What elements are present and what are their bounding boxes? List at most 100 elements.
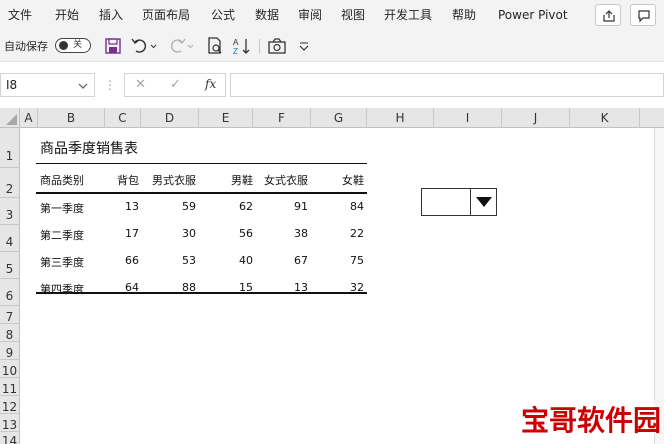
row-header[interactable]: 6 [0, 279, 20, 306]
table-cell: 62 [239, 200, 253, 213]
toggle-knob [59, 41, 68, 50]
customize-toolbar-button[interactable] [297, 36, 317, 56]
table-cell: 75 [350, 254, 364, 267]
row-header[interactable]: 10 [0, 360, 20, 378]
tab-page-layout[interactable]: 页面布局 [142, 7, 190, 23]
formula-bar-splitter[interactable]: ⋮ [104, 78, 116, 92]
column-header[interactable]: I [434, 108, 502, 128]
undo-button[interactable] [130, 36, 157, 56]
tab-data[interactable]: 数据 [255, 7, 279, 23]
chevron-down-icon [299, 42, 309, 51]
row-header[interactable]: 1 [0, 128, 20, 168]
save-icon [105, 38, 121, 54]
formula-input[interactable] [230, 73, 664, 97]
table-header-cell: 男式衣服 [152, 174, 196, 187]
column-header[interactable]: E [199, 108, 253, 128]
select-all-button[interactable] [0, 108, 20, 128]
row-header[interactable]: 11 [0, 378, 20, 396]
column-header[interactable]: G [311, 108, 367, 128]
sort-ascending-button[interactable]: A Z [232, 36, 252, 56]
name-box[interactable]: I8 [0, 73, 95, 97]
svg-text:Z: Z [233, 47, 238, 56]
row-label-cell: 第三季度 [40, 256, 84, 269]
row-label-cell: 第二季度 [40, 229, 84, 242]
column-header[interactable]: J [502, 108, 570, 128]
redo-button[interactable] [168, 36, 194, 56]
column-header[interactable]: B [38, 108, 105, 128]
redo-icon [170, 38, 194, 53]
tab-developer[interactable]: 开发工具 [384, 7, 432, 23]
row-header[interactable]: 13 [0, 414, 20, 432]
watermark: 宝哥软件园 [517, 398, 661, 437]
column-header[interactable]: F [253, 108, 311, 128]
tab-view[interactable]: 视图 [341, 7, 365, 23]
print-preview-button[interactable] [205, 36, 225, 56]
column-header-overflow [640, 108, 664, 128]
tab-formulas[interactable]: 公式 [211, 7, 235, 23]
select-all-icon [6, 114, 17, 125]
table-cell: 91 [294, 200, 308, 213]
row-header[interactable]: 3 [0, 198, 20, 225]
tab-insert[interactable]: 插入 [99, 7, 123, 23]
table-cell: 22 [350, 227, 364, 240]
chevron-down-icon [78, 83, 88, 89]
row-header[interactable]: 5 [0, 252, 20, 279]
comment-icon [638, 10, 650, 23]
table-header-rule [36, 192, 367, 194]
tab-file[interactable]: 文件 [8, 7, 32, 23]
table-title: 商品季度销售表 [40, 141, 138, 157]
vertical-scrollbar[interactable] [654, 128, 664, 444]
autosave-toggle[interactable]: 关 [55, 38, 91, 53]
row-header[interactable]: 2 [0, 168, 20, 198]
table-cell: 56 [239, 227, 253, 240]
tab-help[interactable]: 帮助 [452, 7, 476, 23]
sort-ascending-icon: A Z [233, 38, 250, 56]
table-cell: 30 [182, 227, 196, 240]
table-cell: 17 [125, 227, 139, 240]
table-cell: 59 [182, 200, 196, 213]
column-header[interactable]: A [20, 108, 38, 128]
column-header[interactable]: K [570, 108, 640, 128]
dropdown-button[interactable] [470, 189, 496, 215]
toolbar-separator [259, 39, 260, 54]
table-bottom-rule [36, 292, 367, 294]
ribbon-tab-bar: 文件 开始 插入 页面布局 公式 数据 审阅 视图 开发工具 帮助 Power … [0, 0, 664, 30]
share-button[interactable] [595, 4, 621, 26]
combo-box-dropdown[interactable] [421, 188, 497, 216]
tab-home[interactable]: 开始 [55, 7, 79, 23]
row-label-cell: 第四季度 [40, 283, 84, 296]
triangle-down-icon [476, 197, 492, 207]
row-header[interactable]: 9 [0, 342, 20, 360]
worksheet-grid[interactable]: A B C D E F G H I J K 1 2 3 4 5 6 7 8 9 … [0, 108, 664, 444]
column-header[interactable]: H [367, 108, 434, 128]
column-header[interactable]: D [141, 108, 199, 128]
table-header-cell: 女鞋 [342, 174, 364, 187]
cancel-icon[interactable]: ✕ [135, 77, 146, 92]
row-label-cell: 第一季度 [40, 202, 84, 215]
quick-access-toolbar: 自动保存 关 A Z [0, 30, 664, 62]
comments-button[interactable] [630, 4, 656, 26]
save-button[interactable] [103, 36, 123, 56]
row-header[interactable]: 4 [0, 225, 20, 252]
enter-icon[interactable]: ✓ [170, 77, 181, 92]
formula-bar: I8 ⋮ ✕ ✓ fx [0, 62, 664, 108]
name-box-value: I8 [6, 78, 18, 92]
row-header[interactable]: 8 [0, 324, 20, 342]
column-header[interactable]: C [105, 108, 141, 128]
insert-function-icon[interactable]: fx [205, 77, 216, 91]
row-header[interactable]: 7 [0, 306, 20, 324]
table-top-rule [36, 163, 367, 164]
table-cell: 38 [294, 227, 308, 240]
row-header[interactable]: 14 [0, 432, 20, 444]
tab-review[interactable]: 审阅 [298, 7, 322, 23]
tab-power-pivot[interactable]: Power Pivot [498, 7, 568, 23]
camera-button[interactable] [267, 36, 287, 56]
autosave-label: 自动保存 [4, 40, 48, 53]
undo-icon [131, 38, 157, 53]
autosave-state: 关 [73, 40, 83, 50]
watermark-text: 宝哥软件园 [521, 404, 662, 437]
row-header[interactable]: 12 [0, 396, 20, 414]
table-cell: 84 [350, 200, 364, 213]
table-header-cell: 男鞋 [231, 174, 253, 187]
table-header-cell: 女式衣服 [264, 174, 308, 187]
